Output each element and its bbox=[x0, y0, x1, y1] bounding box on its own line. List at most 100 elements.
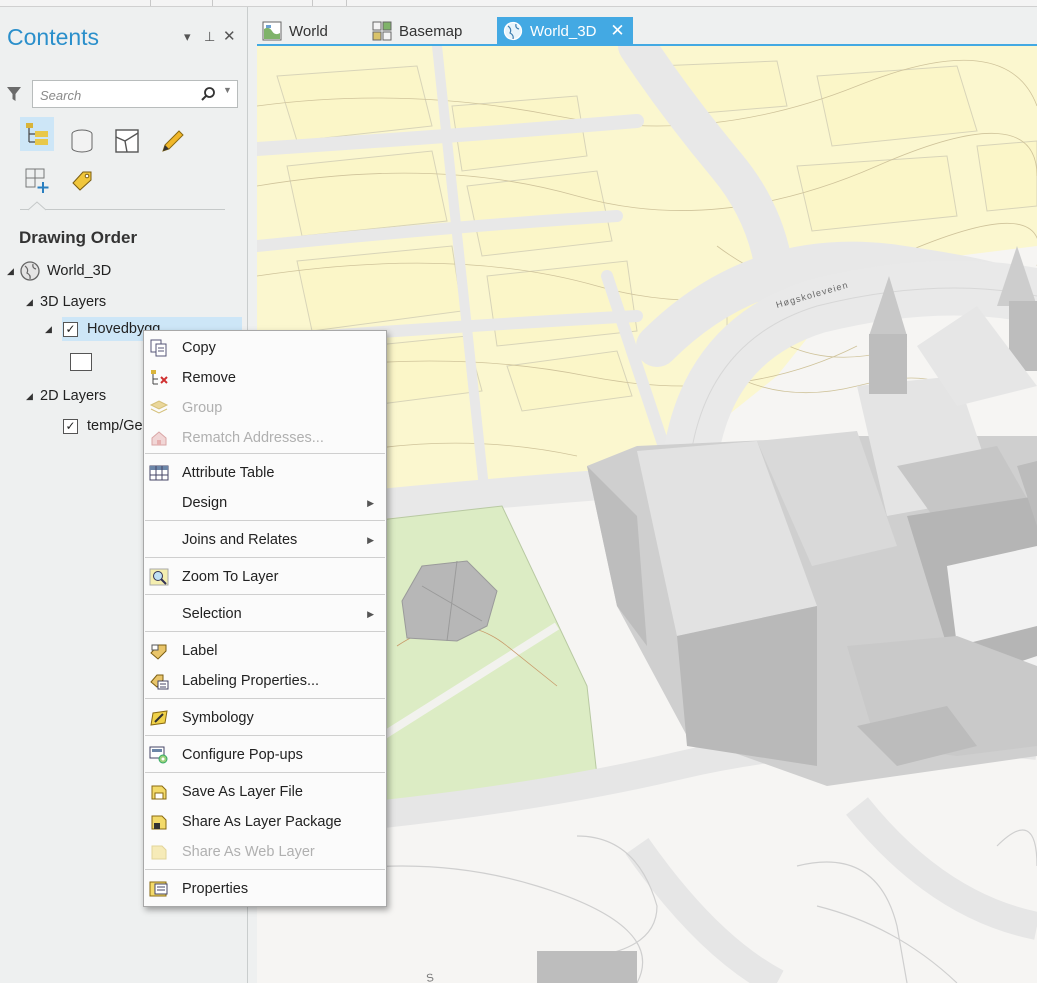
tree-group-2d-layers[interactable]: ◢ 2D Layers bbox=[26, 385, 106, 407]
menu-item-joins-relates[interactable]: Joins and Relates ▶ bbox=[144, 526, 386, 554]
menu-separator bbox=[145, 735, 385, 736]
pin-icon[interactable]: ⊥ bbox=[204, 29, 215, 45]
map-view-icon bbox=[262, 21, 282, 41]
menu-item-save-layer-file[interactable]: Save As Layer File bbox=[144, 778, 386, 806]
menu-item-label: Label bbox=[182, 643, 218, 659]
expand-triangle-icon[interactable]: ◢ bbox=[7, 266, 19, 277]
menu-separator bbox=[145, 869, 385, 870]
label-icon bbox=[150, 644, 167, 660]
tree-group-label: 3D Layers bbox=[40, 294, 107, 310]
zoom-layer-icon bbox=[149, 568, 169, 586]
menu-item-remove[interactable]: Remove bbox=[144, 364, 386, 392]
symbology-icon bbox=[150, 710, 168, 726]
copy-icon bbox=[150, 339, 167, 357]
properties-icon bbox=[149, 881, 168, 897]
menu-item-rematch-addresses[interactable]: Rematch Addresses... bbox=[144, 424, 386, 452]
tab-label: World bbox=[289, 22, 328, 40]
menu-separator bbox=[145, 557, 385, 558]
menu-item-label: Selection bbox=[182, 606, 242, 622]
globe-icon bbox=[503, 21, 523, 41]
menu-item-share-web-layer[interactable]: Share As Web Layer bbox=[144, 838, 386, 866]
map-label-fragment: S bbox=[425, 972, 434, 983]
map-tab-bar: World Basemap World_3D ✕ bbox=[248, 7, 1037, 45]
expand-triangle-icon[interactable]: ◢ bbox=[45, 324, 57, 335]
list-by-data-source-icon[interactable] bbox=[65, 124, 99, 158]
menu-item-attribute-table[interactable]: Attribute Table bbox=[144, 459, 386, 487]
menu-item-label: Share As Web Layer bbox=[182, 844, 315, 860]
layer-context-menu: Copy Remove Group Rematch Addresses... A… bbox=[143, 330, 387, 907]
submenu-arrow-icon: ▶ bbox=[367, 497, 374, 508]
menu-item-label: Joins and Relates bbox=[182, 532, 298, 548]
group-icon bbox=[149, 400, 169, 414]
share-web-icon bbox=[151, 845, 167, 860]
layer-symbol-swatch[interactable] bbox=[70, 353, 92, 371]
tools-separator bbox=[20, 209, 225, 210]
filter-icon[interactable] bbox=[6, 85, 22, 103]
menu-item-label: Copy bbox=[182, 340, 216, 356]
menu-separator bbox=[145, 520, 385, 521]
menu-item-labeling-properties[interactable]: Labeling Properties... bbox=[144, 667, 386, 695]
list-by-labeling-icon[interactable] bbox=[65, 163, 99, 197]
menu-item-design[interactable]: Design ▶ bbox=[144, 489, 386, 517]
close-pane-button[interactable]: ✕ bbox=[223, 27, 236, 45]
submenu-arrow-icon: ▶ bbox=[367, 534, 374, 545]
menu-item-label: Group bbox=[182, 400, 223, 416]
tab-world[interactable]: World bbox=[262, 17, 328, 45]
menu-item-label: Configure Pop-ups bbox=[182, 747, 303, 763]
tab-label: World_3D bbox=[530, 22, 597, 40]
pane-title: Contents bbox=[7, 24, 100, 50]
tab-world-3d[interactable]: World_3D ✕ bbox=[497, 17, 633, 45]
menu-separator bbox=[145, 631, 385, 632]
table-icon bbox=[149, 465, 169, 481]
menu-item-label: Rematch Addresses... bbox=[182, 430, 324, 446]
remove-layer-icon bbox=[151, 370, 168, 385]
expand-triangle-icon[interactable]: ◢ bbox=[26, 297, 38, 308]
menu-separator bbox=[145, 698, 385, 699]
rematch-icon bbox=[151, 431, 167, 446]
layer-visibility-checkbox[interactable]: ✓ bbox=[63, 321, 78, 337]
menu-item-share-layer-package[interactable]: Share As Layer Package bbox=[144, 808, 386, 836]
tree-group-3d-layers[interactable]: ◢ 3D Layers bbox=[26, 291, 106, 313]
menu-item-configure-popups[interactable]: Configure Pop-ups bbox=[144, 741, 386, 769]
menu-item-selection[interactable]: Selection ▶ bbox=[144, 600, 386, 628]
caret-up-icon bbox=[27, 201, 47, 211]
list-by-snapping-icon[interactable] bbox=[20, 163, 54, 197]
building-footprint bbox=[537, 951, 637, 983]
menu-item-label: Labeling Properties... bbox=[182, 673, 320, 689]
menu-item-symbology[interactable]: Symbology bbox=[144, 704, 386, 732]
globe-icon bbox=[20, 261, 40, 281]
pane-options-dropdown[interactable]: ▾ bbox=[184, 29, 191, 45]
menu-item-label: Zoom To Layer bbox=[182, 569, 279, 585]
menu-item-group[interactable]: Group bbox=[144, 394, 386, 422]
layout-view-icon bbox=[372, 21, 392, 41]
tab-basemap[interactable]: Basemap bbox=[372, 17, 462, 45]
menu-item-properties[interactable]: Properties bbox=[144, 875, 386, 903]
tree-layer-label: temp/Ge bbox=[87, 418, 143, 434]
list-by-drawing-order-icon[interactable] bbox=[20, 117, 54, 151]
menu-separator bbox=[145, 453, 385, 454]
search-icon[interactable] bbox=[200, 86, 216, 102]
expand-triangle-icon[interactable]: ◢ bbox=[26, 391, 38, 402]
close-tab-icon[interactable]: ✕ bbox=[610, 21, 624, 41]
save-layer-icon bbox=[151, 785, 167, 800]
search-box: ▼ bbox=[32, 80, 238, 108]
drawing-order-heading: Drawing Order bbox=[19, 228, 138, 247]
share-package-icon bbox=[151, 815, 167, 830]
menu-item-copy[interactable]: Copy bbox=[144, 334, 386, 362]
layer-visibility-checkbox[interactable]: ✓ bbox=[63, 418, 78, 434]
menu-item-label: Symbology bbox=[182, 710, 254, 726]
menu-item-label: Save As Layer File bbox=[182, 784, 303, 800]
menu-item-label: Remove bbox=[182, 370, 236, 386]
tree-map-world3d[interactable]: ◢ World_3D bbox=[7, 260, 111, 282]
menu-item-label: Design bbox=[182, 495, 228, 511]
search-options-dropdown[interactable]: ▼ bbox=[223, 85, 232, 95]
menu-item-zoom-to-layer[interactable]: Zoom To Layer bbox=[144, 563, 386, 591]
list-by-selection-icon[interactable] bbox=[110, 124, 144, 158]
tab-label: Basemap bbox=[399, 22, 463, 40]
menu-separator bbox=[145, 594, 385, 595]
tree-layer-temp[interactable]: ✓ temp/Ge bbox=[63, 415, 143, 437]
menu-item-label: Attribute Table bbox=[182, 465, 275, 481]
list-by-editing-icon[interactable] bbox=[155, 124, 189, 158]
search-input[interactable] bbox=[38, 85, 192, 105]
menu-item-label-layer[interactable]: Label bbox=[144, 637, 386, 665]
